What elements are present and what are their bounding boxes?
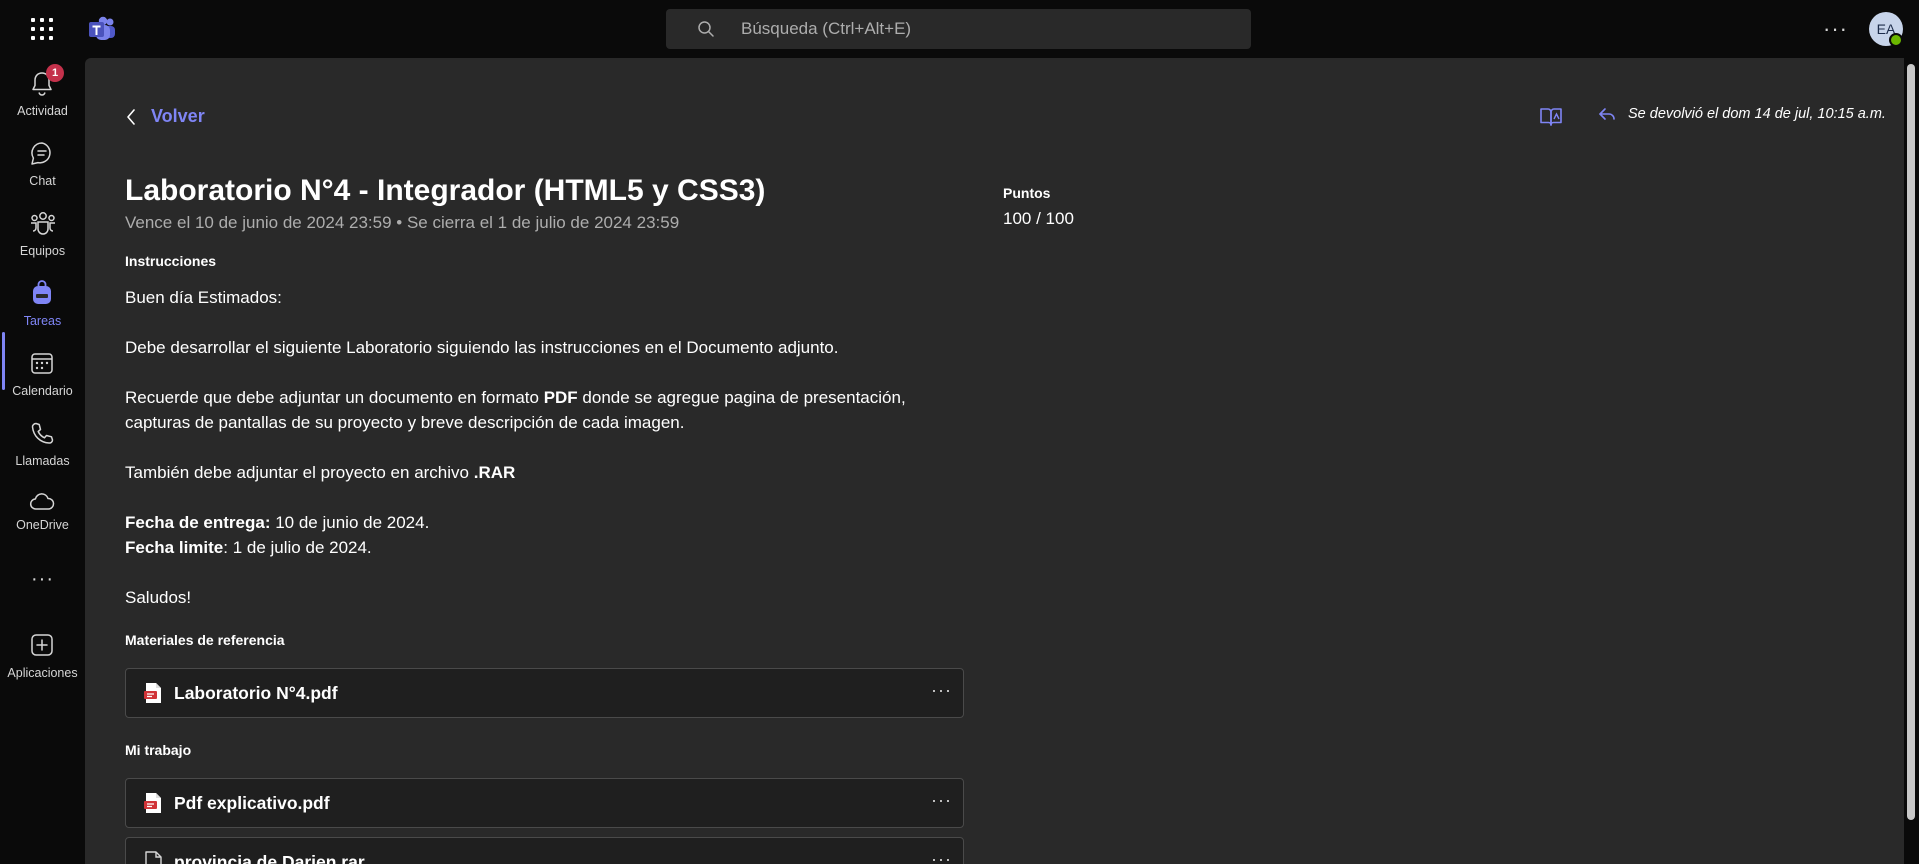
more-options-icon[interactable]: ···	[931, 680, 952, 701]
cloud-icon	[29, 493, 55, 510]
search-box[interactable]: Búsqueda (Ctrl+Alt+E)	[666, 9, 1251, 49]
file-name: Pdf explicativo.pdf	[174, 793, 330, 813]
search-placeholder: Búsqueda (Ctrl+Alt+E)	[741, 19, 912, 38]
calendar-icon	[31, 353, 53, 374]
points-value: 100 / 100	[1003, 209, 1074, 228]
phone-icon	[31, 422, 54, 444]
returned-status: Se devolvió el dom 14 de jul, 10:15 a.m.	[1598, 106, 1886, 122]
reference-materials-label: Materiales de referencia	[125, 632, 285, 648]
instruction-line: capturas de pantallas de su proyecto y b…	[125, 413, 685, 432]
teams-icon	[31, 212, 55, 235]
immersive-reader-icon[interactable]	[1539, 106, 1563, 128]
scrollbar-thumb[interactable]	[1907, 64, 1915, 820]
assignment-title: Laboratorio N°4 - Integrador (HTML5 y CS…	[125, 174, 766, 207]
rail-item-label: Llamadas	[15, 454, 70, 468]
my-work-file-card[interactable]: Pdf explicativo.pdf ···	[125, 778, 964, 828]
rail-item-calendario[interactable]: Calendario	[0, 350, 85, 412]
pdf-icon	[144, 683, 161, 703]
instructions-label: Instrucciones	[125, 253, 217, 269]
rail-item-label: OneDrive	[16, 518, 69, 532]
chat-icon	[31, 142, 51, 165]
rail-item-label: Equipos	[19, 244, 66, 258]
instruction-line: También debe adjuntar el proyecto en arc…	[125, 463, 516, 482]
rail-item-label: Tareas	[23, 314, 62, 328]
back-button[interactable]: Volver	[125, 106, 205, 127]
rail-item-equipos[interactable]: Equipos	[0, 210, 85, 272]
pdf-icon	[144, 793, 161, 813]
file-name: Laboratorio N°4.pdf	[174, 683, 338, 703]
instruction-line: Debe desarrollar el siguiente Laboratori…	[125, 338, 839, 357]
teams-logo-icon	[89, 16, 115, 40]
rail-item-aplicaciones[interactable]: Aplicaciones	[0, 632, 85, 694]
presence-available-icon	[1889, 33, 1903, 47]
app-launcher-icon[interactable]	[30, 17, 54, 41]
reply-arrow-icon	[1599, 108, 1615, 120]
more-options-icon[interactable]: ···	[931, 790, 952, 811]
backpack-icon	[33, 280, 51, 304]
add-app-icon	[31, 634, 53, 656]
my-work-file-card[interactable]: provincia de Darien.rar ···	[125, 837, 964, 864]
more-apps-icon[interactable]: ···	[0, 568, 85, 591]
rail-item-tareas[interactable]: Tareas	[0, 280, 85, 342]
rail-item-label: Actividad	[17, 104, 68, 118]
search-icon	[698, 21, 714, 37]
rail-item-label: Chat	[29, 174, 56, 188]
instruction-line: Recuerde que debe adjuntar un documento …	[125, 388, 906, 407]
file-name: provincia de Darien.rar	[174, 852, 365, 864]
instruction-closing: Saludos!	[125, 588, 192, 607]
due-date-text: Vence el 10 de junio de 2024 23:59 • Se …	[125, 213, 680, 232]
points-label: Puntos	[1003, 185, 1051, 201]
returned-text: Se devolvió el dom 14 de jul, 10:15 a.m.	[1628, 106, 1886, 122]
notification-badge: 1	[46, 64, 64, 82]
rail-item-actividad[interactable]: 1 Actividad	[0, 64, 85, 132]
more-options-icon[interactable]: ···	[1823, 16, 1848, 42]
rail-item-onedrive[interactable]: OneDrive	[0, 490, 85, 552]
reference-file-card[interactable]: Laboratorio N°4.pdf ···	[125, 668, 964, 718]
instruction-greeting: Buen día Estimados:	[125, 288, 282, 307]
app-rail: 1 Actividad Chat Equipos Tareas Calendar…	[0, 58, 85, 864]
rail-item-label: Aplicaciones	[7, 666, 78, 680]
rail-item-label: Calendario	[12, 384, 73, 398]
more-options-icon[interactable]: ···	[931, 849, 952, 864]
top-bar: Búsqueda (Ctrl+Alt+E) ··· EA	[0, 0, 1919, 58]
rail-item-chat[interactable]: Chat	[0, 140, 85, 202]
limit-date-line: Fecha limite: 1 de julio de 2024.	[125, 538, 372, 557]
assignment-panel: Volver Se devolvió el dom 14 de jul, 10:…	[85, 58, 1904, 864]
instructions-body: Buen día Estimados: Debe desarrollar el …	[125, 285, 985, 610]
due-date-line: Fecha de entrega: 10 de junio de 2024.	[125, 513, 430, 532]
file-icon	[145, 851, 162, 864]
chevron-left-icon	[127, 108, 135, 125]
rail-item-llamadas[interactable]: Llamadas	[0, 420, 85, 482]
my-work-label: Mi trabajo	[125, 742, 192, 758]
back-label: Volver	[151, 106, 205, 126]
